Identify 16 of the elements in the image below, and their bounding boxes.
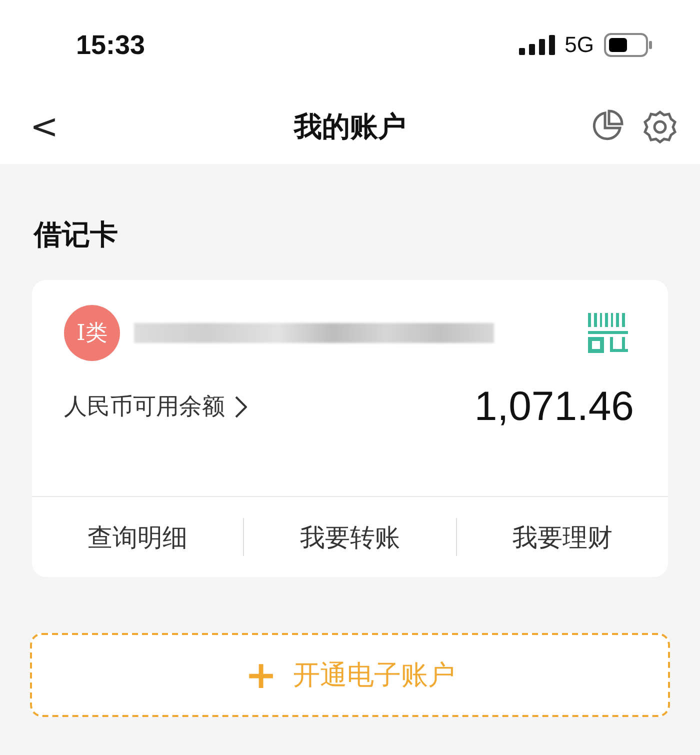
page-title: 我的账户 xyxy=(294,110,406,143)
card-action-button[interactable]: 我要转账 xyxy=(244,514,456,560)
chevron-right-icon xyxy=(235,396,247,418)
balance-label-link[interactable]: 人民币可用余额 xyxy=(64,391,247,422)
pie-chart-icon[interactable] xyxy=(590,109,624,143)
section-title: 借记卡 xyxy=(34,217,118,253)
card-action-button[interactable]: 我要理财 xyxy=(456,514,668,560)
card-action-button[interactable]: 查询明细 xyxy=(32,514,244,560)
settings-icon[interactable] xyxy=(642,109,678,145)
back-button[interactable]: < xyxy=(24,107,64,147)
network-type: 5G xyxy=(564,32,594,58)
signal-icon xyxy=(518,35,555,55)
battery-icon xyxy=(604,33,652,57)
account-type-badge: I类 xyxy=(64,305,120,361)
status-time: 15:33 xyxy=(76,30,146,60)
balance-amount: 1,071.46 xyxy=(474,383,634,430)
